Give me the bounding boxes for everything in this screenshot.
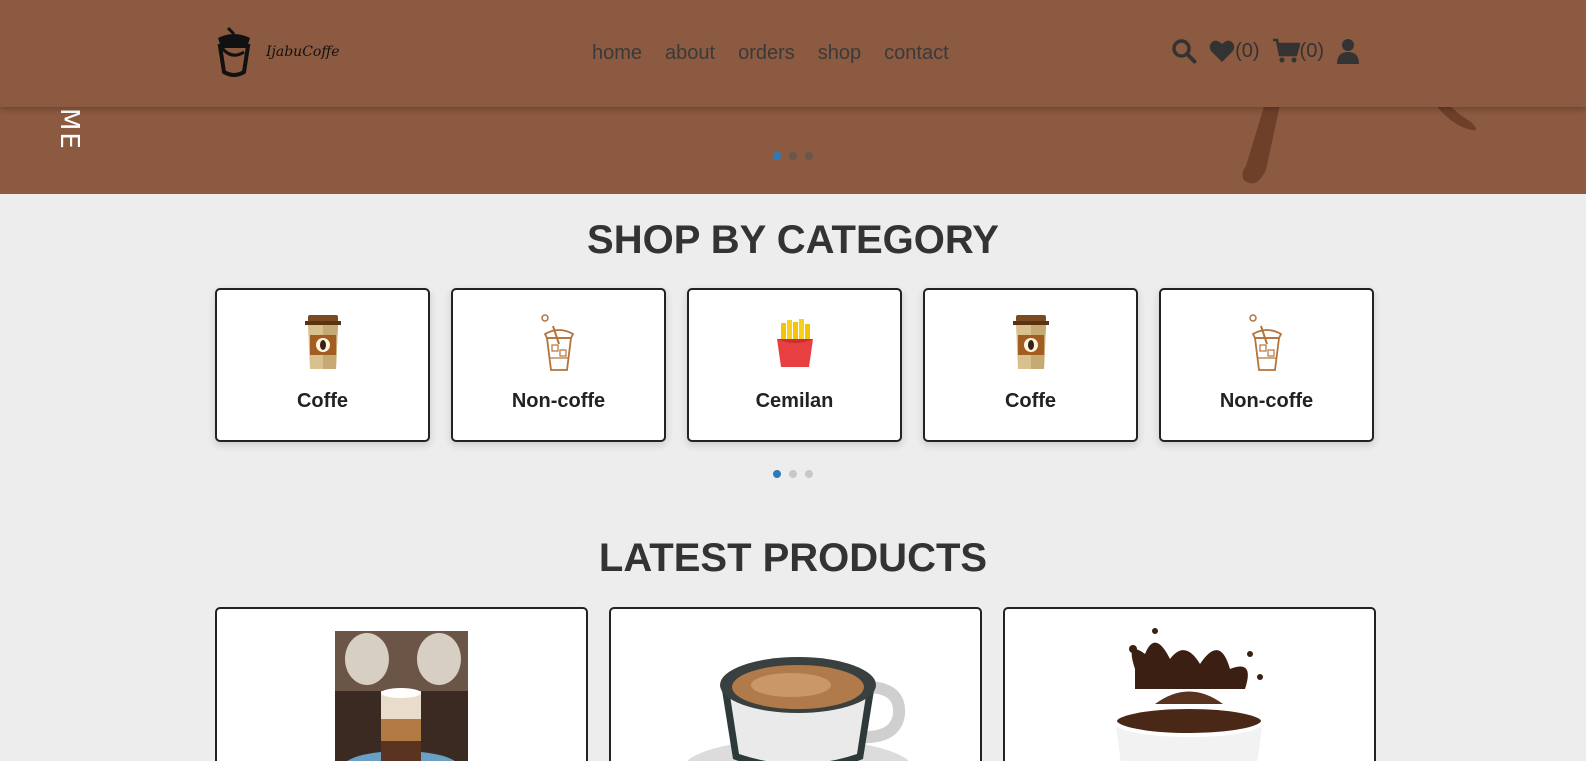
nav-contact[interactable]: contact [884, 42, 948, 65]
main-nav: home about orders shop contact [592, 42, 949, 65]
hero-dot-1[interactable] [773, 152, 781, 160]
coffee-splash-image [1113, 628, 1265, 761]
category-dot-1[interactable] [773, 470, 781, 478]
iced-drink-icon [1248, 314, 1282, 371]
layered-latte-image [335, 631, 468, 761]
product-card-layered-latte[interactable] [215, 607, 588, 761]
category-card-cemilan[interactable]: Cemilan [687, 288, 902, 442]
cart-count: (0) [1299, 39, 1324, 62]
category-section-title: SHOP BY CATEGORY [587, 218, 999, 262]
nav-orders[interactable]: orders [738, 42, 795, 65]
heart-icon [1209, 40, 1235, 62]
logo-text: IjabuCoffe [266, 44, 340, 60]
category-card-non-coffe-2[interactable]: Non-coffe [1159, 288, 1374, 442]
nav-about[interactable]: about [665, 42, 715, 65]
search-button[interactable] [1171, 38, 1197, 64]
header-actions: (0) (0) [1171, 38, 1360, 64]
category-card-coffe-2[interactable]: Coffe [923, 288, 1138, 442]
iced-drink-icon [540, 314, 574, 371]
category-dot-2[interactable] [789, 470, 797, 478]
wishlist-button[interactable]: (0) [1209, 39, 1260, 63]
search-icon [1172, 39, 1197, 64]
category-dot-3[interactable] [805, 470, 813, 478]
account-button[interactable] [1336, 38, 1360, 64]
user-icon [1337, 39, 1359, 64]
category-carousel: Coffe Non-coffe Cemilan Coffe Non-coffe [215, 288, 1374, 442]
category-slider-dots [773, 470, 813, 478]
hero-dot-2[interactable] [789, 152, 797, 160]
latest-products-title: LATEST PRODUCTS [598, 536, 988, 580]
category-label: Coffe [296, 390, 349, 412]
category-label: Cemilan [755, 390, 834, 412]
category-label: Coffe [1004, 390, 1057, 412]
product-card-espresso-cup[interactable] [609, 607, 982, 761]
category-card-non-coffe[interactable]: Non-coffe [451, 288, 666, 442]
coffee-cup-icon [1012, 315, 1049, 369]
cart-icon [1272, 38, 1300, 63]
fries-icon [776, 319, 813, 367]
cart-button[interactable]: (0) [1272, 38, 1324, 64]
logo[interactable]: IjabuCoffe [214, 26, 340, 78]
category-card-coffe[interactable]: Coffe [215, 288, 430, 442]
hero-vertical-text: ME [54, 108, 84, 151]
site-header: IjabuCoffe home about orders shop contac… [0, 0, 1586, 107]
nav-home[interactable]: home [592, 42, 642, 65]
nav-shop[interactable]: shop [818, 42, 861, 65]
coffee-cup-icon [304, 315, 341, 369]
latest-products-list [215, 607, 1376, 761]
hero-dot-3[interactable] [805, 152, 813, 160]
category-label: Non-coffe [511, 390, 606, 412]
category-label: Non-coffe [1219, 390, 1314, 412]
espresso-cup-image [687, 657, 909, 761]
hero-slider-dots [773, 152, 813, 160]
product-card-coffee-splash[interactable] [1003, 607, 1376, 761]
wishlist-count: (0) [1235, 39, 1260, 62]
coffee-cup-logo-icon [217, 26, 251, 77]
